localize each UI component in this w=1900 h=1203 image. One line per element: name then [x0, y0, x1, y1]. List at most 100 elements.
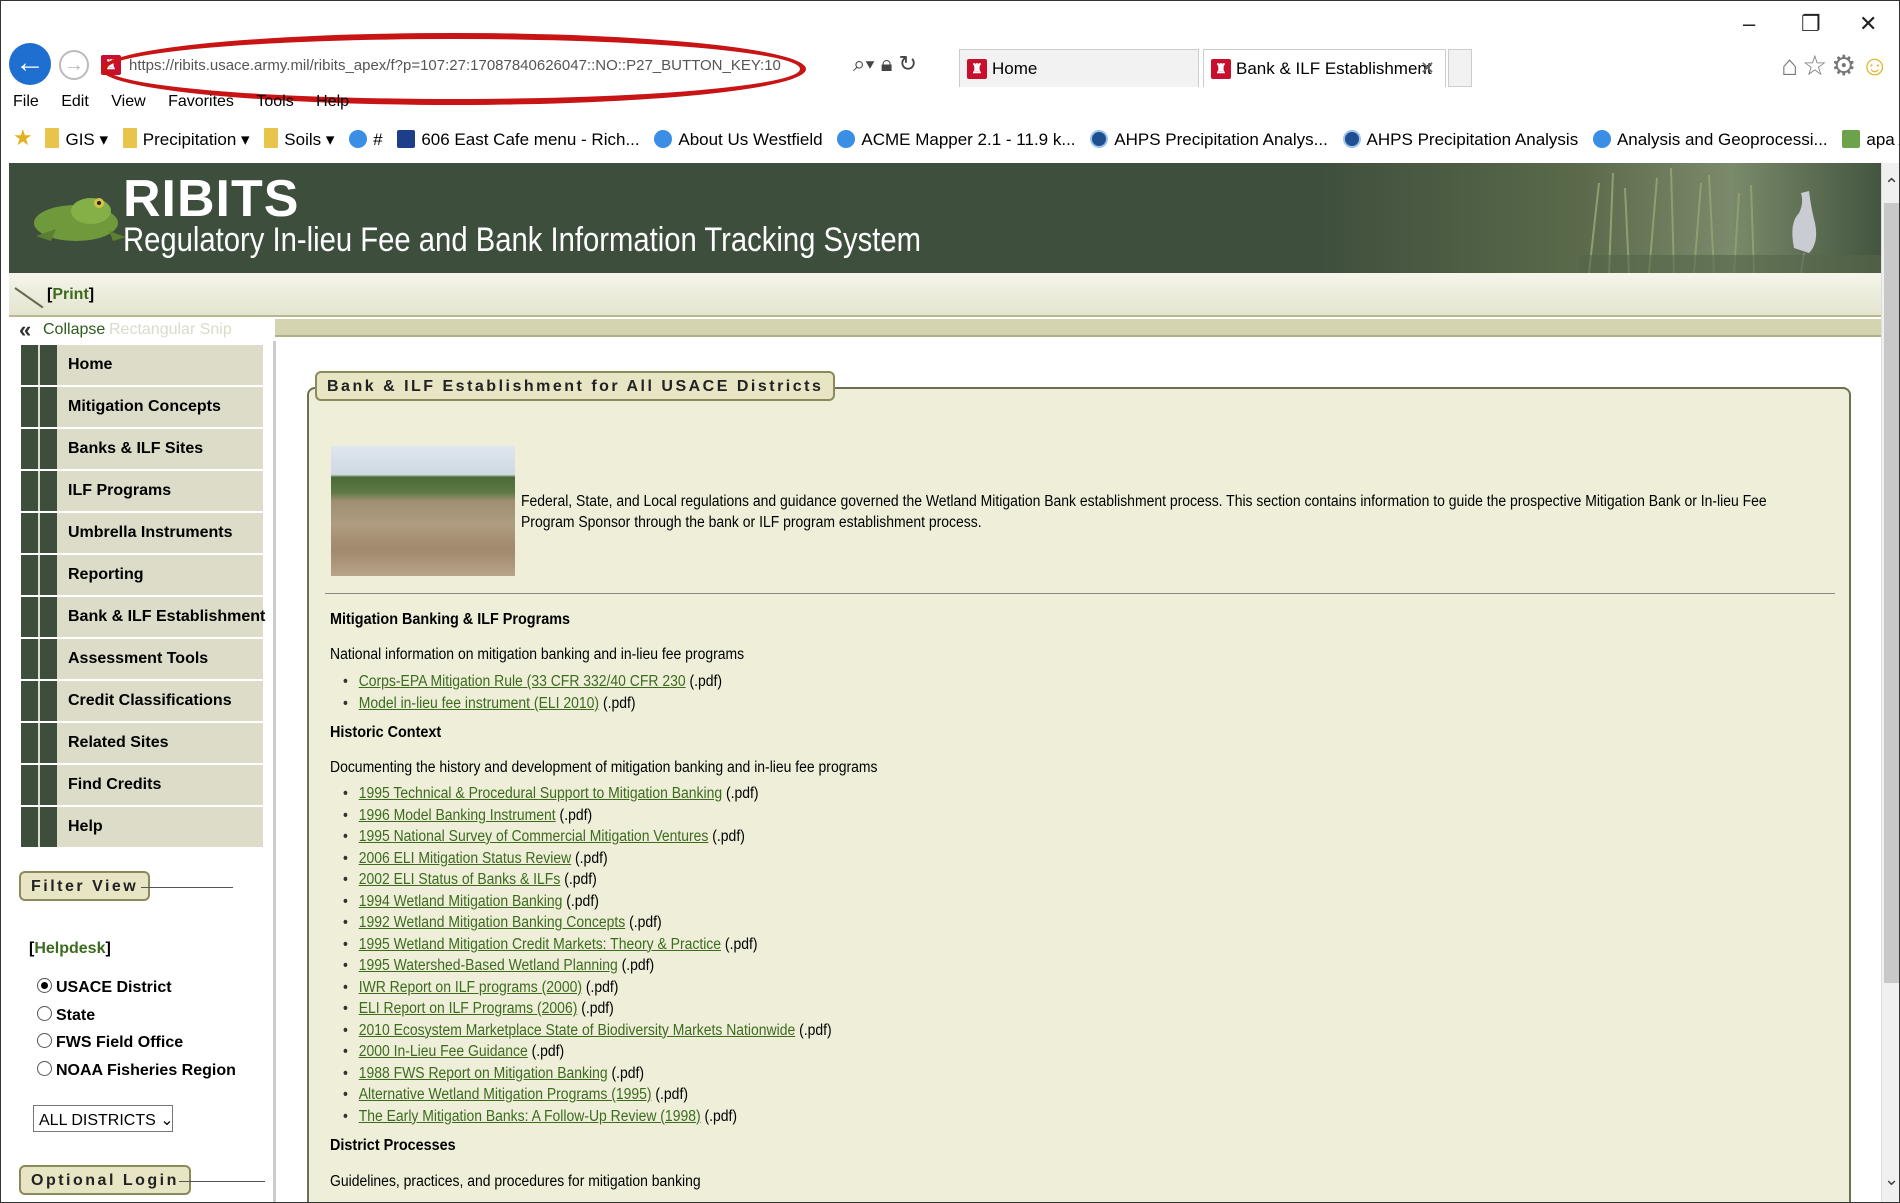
ie-page-icon: [837, 130, 856, 148]
pdf-link[interactable]: 1992 Wetland Mitigation Banking Concepts: [359, 914, 626, 931]
lock-icon[interactable]: 🔒︎: [881, 51, 893, 76]
pdf-link[interactable]: 2002 ELI Status of Banks & ILFs: [359, 871, 561, 888]
favorites-bar: ★ GIS ▾ Precipitation ▾ Soils ▾ # 606 Ea…: [1, 125, 1899, 157]
pdf-link[interactable]: Corps-EPA Mitigation Rule (33 CFR 332/40…: [359, 673, 686, 690]
scroll-down-icon[interactable]: ⌄: [1884, 1169, 1899, 1190]
sidebar-item-bank-ilf-establishment[interactable]: Bank & ILF Establishment: [21, 597, 265, 637]
fav-gis[interactable]: GIS ▾: [45, 128, 108, 150]
menu-favorites[interactable]: Favorites: [168, 93, 234, 110]
print-link[interactable]: [Print]: [47, 286, 94, 304]
scrollbar-thumb[interactable]: [1884, 203, 1899, 983]
pdf-link[interactable]: 2006 ELI Mitigation Status Review: [359, 850, 571, 867]
address-url[interactable]: https://ribits.usace.army.mil/ribits_ape…: [129, 57, 781, 74]
pdf-link[interactable]: 1994 Wetland Mitigation Banking: [359, 893, 563, 910]
radio-selected-icon[interactable]: [37, 978, 52, 993]
address-bar[interactable]: ♜ https://ribits.usace.army.mil/ribits_a…: [99, 51, 949, 81]
radio-usace-district[interactable]: USACE District: [37, 978, 172, 997]
radio-empty-icon[interactable]: [37, 1061, 52, 1076]
pdf-link[interactable]: 1996 Model Banking Instrument: [359, 807, 556, 824]
fav-precipitation[interactable]: Precipitation ▾: [122, 128, 250, 150]
pdf-link[interactable]: The Early Mitigation Banks: A Follow-Up …: [359, 1108, 701, 1125]
radio-noaa-fisheries-region[interactable]: NOAA Fisheries Region: [37, 1061, 236, 1080]
sidebar-item-reporting[interactable]: Reporting: [21, 555, 263, 595]
double-chevron-left-icon[interactable]: «: [19, 317, 31, 343]
fav-soils[interactable]: Soils ▾: [264, 128, 334, 150]
menu-help[interactable]: Help: [316, 93, 349, 110]
pdf-link[interactable]: ELI Report on ILF Programs (2006): [359, 1000, 578, 1017]
pdf-link[interactable]: 1995 National Survey of Commercial Mitig…: [359, 828, 709, 845]
print-label[interactable]: Print: [52, 286, 88, 303]
collapse-link[interactable]: Collapse: [43, 321, 105, 339]
pdf-link[interactable]: Model in-lieu fee instrument (ELI 2010): [359, 695, 599, 712]
fav-ahps-2[interactable]: AHPS Precipitation Analysis: [1342, 130, 1578, 150]
sidebar-item-ilf-programs[interactable]: ILF Programs: [21, 471, 263, 511]
browser-right-icons[interactable]: ⌂☆⚙☺: [1781, 49, 1893, 82]
sidebar-item-banks-ilf-sites[interactable]: Banks & ILF Sites: [21, 429, 263, 469]
menu-bar: File Edit View Favorites Tools Help: [1, 93, 355, 117]
radio-fws-field-office[interactable]: FWS Field Office: [37, 1033, 183, 1052]
pdf-link[interactable]: 1995 Technical & Procedural Support to M…: [359, 785, 722, 802]
menu-file[interactable]: File: [13, 93, 39, 110]
home-star-gear-icons[interactable]: ⌂☆⚙: [1781, 50, 1860, 81]
fav-acme-mapper[interactable]: ACME Mapper 2.1 - 11.9 k...: [837, 130, 1076, 150]
district-select[interactable]: ALL DISTRICTS ⌄: [33, 1105, 174, 1132]
section-heading: Historic Context: [330, 724, 442, 741]
intro-text: Federal, State, and Local regulations an…: [521, 493, 1767, 531]
decorative-slash: [14, 287, 44, 309]
tab-home[interactable]: ♜ Home: [959, 49, 1199, 87]
back-button[interactable]: ←: [9, 43, 51, 85]
sidebar-item-related-sites[interactable]: Related Sites: [21, 723, 263, 763]
sidebar-item-credit-classifications[interactable]: Credit Classifications: [21, 681, 263, 721]
sidebar-item-find-credits[interactable]: Find Credits: [21, 765, 263, 805]
browser-titlebar: – ❐ ✕ ← → ♜ https://ribits.usace.army.mi…: [1, 1, 1899, 105]
collapse-row: « Collapse Rectangular Snip: [9, 317, 1881, 343]
menu-view[interactable]: View: [111, 93, 145, 110]
fav-cafe-menu[interactable]: 606 East Cafe menu - Rich...: [397, 130, 640, 150]
sidebar-item-umbrella-instruments[interactable]: Umbrella Instruments: [21, 513, 263, 553]
tab-bank-ilf-establishment[interactable]: ♜ Bank & ILF Establishment ✕: [1203, 49, 1446, 87]
radio-state[interactable]: State: [37, 1006, 95, 1025]
menu-tools[interactable]: Tools: [256, 93, 293, 110]
helpdesk-label[interactable]: Helpdesk: [34, 940, 105, 957]
restore-button[interactable]: ❐: [1801, 11, 1821, 37]
pdf-link[interactable]: IWR Report on ILF programs (2000): [359, 979, 582, 996]
radio-label: State: [56, 1007, 96, 1024]
ie-page-icon: [349, 130, 368, 148]
menu-edit[interactable]: Edit: [61, 93, 89, 110]
radio-empty-icon[interactable]: [37, 1033, 52, 1048]
fav-hash[interactable]: #: [349, 130, 383, 150]
favorites-star-icon[interactable]: ★: [13, 125, 33, 150]
pdf-link[interactable]: 2010 Ecosystem Marketplace State of Biod…: [359, 1022, 796, 1039]
pdf-link[interactable]: 1995 Watershed-Based Wetland Planning: [359, 957, 618, 974]
radio-empty-icon[interactable]: [37, 1006, 52, 1021]
sidebar-item-help[interactable]: Help: [21, 807, 263, 847]
sidebar-item-mitigation-concepts[interactable]: Mitigation Concepts: [21, 387, 263, 427]
close-tab-icon[interactable]: ✕: [1420, 58, 1435, 79]
fav-about-westfield[interactable]: About Us Westfield: [654, 130, 823, 150]
fav-analysis-geoprocessing[interactable]: Analysis and Geoprocessi...: [1592, 130, 1828, 150]
fav-alabama-plant-atlas[interactable]: apa Alabama Plant Atlas: [1842, 130, 1899, 150]
pdf-link[interactable]: 1995 Wetland Mitigation Credit Markets: …: [359, 936, 721, 953]
new-tab-button[interactable]: [1448, 49, 1472, 87]
pdf-link[interactable]: 2000 In-Lieu Fee Guidance: [359, 1043, 528, 1060]
pdf-link[interactable]: 1988 FWS Report on Mitigation Banking: [359, 1065, 608, 1082]
sidebar-item-home[interactable]: Home: [21, 345, 263, 385]
fav-ahps-1[interactable]: AHPS Precipitation Analys...: [1090, 130, 1328, 150]
pdf-link[interactable]: Alternative Wetland Mitigation Programs …: [359, 1086, 652, 1103]
usace-favicon-icon: ♜: [1211, 59, 1231, 79]
pdf-suffix: (.pdf): [700, 1107, 738, 1125]
sidebar-item-assessment-tools[interactable]: Assessment Tools: [21, 639, 263, 679]
smiley-feedback-icon[interactable]: ☺: [1860, 50, 1893, 81]
search-icon[interactable]: ⌕▾: [853, 51, 875, 76]
list-item: 1988 FWS Report on Mitigation Banking (.…: [343, 1065, 832, 1087]
fav-label: ACME Mapper 2.1 - 11.9 k...: [861, 130, 1076, 149]
page-scrollbar[interactable]: ⌃ ⌄: [1881, 163, 1899, 1202]
minimize-button[interactable]: –: [1743, 11, 1755, 37]
helpdesk-link[interactable]: [Helpdesk]: [29, 940, 111, 958]
forward-button[interactable]: →: [59, 50, 89, 80]
close-window-button[interactable]: ✕: [1859, 11, 1877, 37]
refresh-icon[interactable]: ↻: [899, 51, 917, 76]
back-arrow-icon: ←: [15, 46, 45, 79]
scroll-up-icon[interactable]: ⌃: [1884, 175, 1899, 196]
pdf-suffix: (.pdf): [571, 849, 608, 867]
